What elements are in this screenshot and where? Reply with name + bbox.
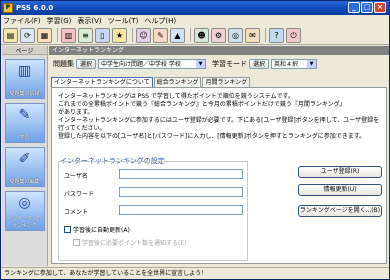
edit-icon: ✐ xyxy=(18,151,31,167)
toolbar: ▤ ⟳ ▦ ▥ ≡ ▯ ★ ☺ ✎ ▲ ☻ ⚙ ◎ ✉ ? ⏻ xyxy=(1,26,389,45)
menu-study[interactable]: 学習(G) xyxy=(47,16,72,26)
study-mode-select-button[interactable]: 選択 xyxy=(249,59,270,69)
document-icon[interactable]: ▯ xyxy=(95,27,110,43)
comment-field[interactable] xyxy=(119,205,243,215)
update-button[interactable]: 情報更新(U) xyxy=(298,184,382,196)
username-label: ユーザ名 xyxy=(64,173,88,180)
open-ranking-page-button[interactable]: ランキングページを開く...(B) xyxy=(298,205,382,217)
sidebar-item-study[interactable]: ✎ 学習 xyxy=(4,103,45,143)
notify-label: 学習後に必要ポイント数を通知する(E) xyxy=(82,240,187,247)
password-label: パスワード xyxy=(64,191,95,198)
auto-update-checkbox[interactable] xyxy=(64,226,71,233)
chevron-down-icon: ▼ xyxy=(196,60,206,68)
problem-set-select-button[interactable]: 選択 xyxy=(76,59,97,69)
study-icon: ✎ xyxy=(18,107,31,123)
username-field[interactable] xyxy=(119,169,243,179)
sidebar-item-edit[interactable]: ✐ 問題集の編集 xyxy=(4,147,45,187)
sidebar-item-problem-info[interactable]: ▥ 問題集の情報 xyxy=(4,59,45,99)
page-sidebar: ページ ▥ 問題集の情報 ✎ 学習 ✐ 問題集の編集 ◎ インターネットランキン… xyxy=(2,46,48,266)
sidebar-item-label: 問題集の編集 xyxy=(9,179,40,185)
password-field[interactable] xyxy=(119,187,243,197)
study-mode-dropdown[interactable]: 英和４択 ▼ xyxy=(271,59,318,69)
app-icon: P xyxy=(3,3,13,13)
maximize-button[interactable]: □ xyxy=(361,2,373,13)
book-icon: ▥ xyxy=(17,63,32,79)
study-mode-value: 英和４択 xyxy=(274,61,299,68)
problem-set-label: 問題集 xyxy=(53,60,74,68)
book-icon[interactable]: ▥ xyxy=(61,27,76,43)
sidebar-item-ranking[interactable]: ◎ インターネットランキング xyxy=(4,191,45,231)
toolbar-separator xyxy=(132,28,133,42)
tab-content: インターネットランキングは PSS で学習して得たポイントで順位を競うシステムで… xyxy=(51,87,387,264)
chart-icon[interactable]: ▲ xyxy=(170,27,185,43)
description-line: 登録した内容を以下の[ユーザ名]と[パスワード]に入力し、[情報更新]ボタンを押… xyxy=(58,133,366,140)
edit-icon[interactable]: ✎ xyxy=(153,27,168,43)
window-title: PSS 6.0.0 xyxy=(16,4,54,12)
problem-set-dropdown[interactable]: 中学生向け問題／中学校 学校 ▼ xyxy=(98,59,207,69)
sync-icon[interactable]: ⟳ xyxy=(20,27,35,43)
mail-icon[interactable]: ✉ xyxy=(245,27,260,43)
problem-set-row: 問題集 選択 中学生向け問題／中学校 学校 ▼ 学習モード 選択 英和４択 ▼ xyxy=(53,59,318,69)
minimize-button[interactable]: _ xyxy=(348,2,360,13)
tab-bar: インターネットランキングについて 総合ランキング 月間ランキング xyxy=(51,77,251,87)
notify-checkbox xyxy=(73,239,80,246)
description-line: インターネットランキングに参加するにはユーザ登録が必要です。下にある[ユーザ登録… xyxy=(58,117,380,132)
app-window: P PSS 6.0.0 _ □ × ファイル(F) 学習(G) 表示(V) ツー… xyxy=(0,0,390,280)
print-icon[interactable]: ▦ xyxy=(37,27,52,43)
users-icon[interactable]: ☺ xyxy=(136,27,151,43)
description: インターネットランキングは PSS で学習して得たポイントで順位を競うシステムで… xyxy=(58,93,384,141)
problem-set-value: 中学生向け問題／中学校 学校 xyxy=(101,61,181,68)
chevron-down-icon: ▼ xyxy=(307,60,317,68)
network-icon[interactable]: ◎ xyxy=(228,27,243,43)
auto-update-label: 学習後に自動更新(A) xyxy=(73,227,130,234)
close-button[interactable]: × xyxy=(374,2,386,13)
notify-checkbox-row: 学習後に必要ポイント数を通知する(E) xyxy=(73,238,186,247)
open-book-icon[interactable]: ▤ xyxy=(3,27,18,43)
sidebar-item-label: インターネットランキング xyxy=(6,216,42,229)
sidebar-item-label: 学習 xyxy=(19,135,30,141)
menu-view[interactable]: 表示(V) xyxy=(77,16,101,26)
tab-about[interactable]: インターネットランキングについて xyxy=(51,77,153,87)
help-icon[interactable]: ? xyxy=(269,27,284,43)
main-panel: インターネットランキング 問題集 選択 中学生向け問題／中学校 学校 ▼ 学習モ… xyxy=(49,46,389,266)
settings-group: ユーザ名 パスワード コメント 学習後に自動更新(A) 学習後に必要ポイント数を… xyxy=(58,161,248,261)
auto-update-checkbox-row[interactable]: 学習後に自動更新(A) xyxy=(64,225,130,234)
sidebar-header: ページ xyxy=(2,46,47,55)
page-title: インターネットランキング xyxy=(49,46,389,55)
menu-bar: ファイル(F) 学習(G) 表示(V) ツール(T) ヘルプ(H) xyxy=(1,15,389,26)
list-icon[interactable]: ≡ xyxy=(78,27,93,43)
tab-monthly-ranking[interactable]: 月間ランキング xyxy=(202,77,251,87)
settings-icon[interactable]: ⚙ xyxy=(211,27,226,43)
description-line: があります。 xyxy=(58,109,94,116)
toolbar-separator xyxy=(57,28,58,42)
description-line: これまでの全累積ポイントで競う『総合ランキング』と今月の累積ポイントだけで競う『… xyxy=(58,101,346,108)
menu-tools[interactable]: ツール(T) xyxy=(108,16,139,26)
comment-label: コメント xyxy=(64,209,89,216)
network-icon: ◎ xyxy=(18,195,31,211)
star-icon[interactable]: ★ xyxy=(112,27,127,43)
title-bar: P PSS 6.0.0 _ □ × xyxy=(1,1,389,15)
exit-icon[interactable]: ⏻ xyxy=(286,27,301,43)
register-button[interactable]: ユーザ登録(R) xyxy=(298,166,382,178)
tab-overall-ranking[interactable]: 総合ランキング xyxy=(153,77,202,87)
sidebar-item-label: 問題集の情報 xyxy=(9,91,40,97)
description-line: インターネットランキングは PSS で学習して得たポイントで順位を競うシステムで… xyxy=(58,93,294,100)
toolbar-separator xyxy=(190,28,191,42)
toolbar-separator xyxy=(265,28,266,42)
menu-help[interactable]: ヘルプ(H) xyxy=(144,16,176,26)
status-bar: ランキングに参加して、あなたが学習していることを全世界に宣言しよう！ xyxy=(1,267,389,279)
study-mode-label: 学習モード xyxy=(212,60,248,68)
user-icon[interactable]: ☻ xyxy=(194,27,209,43)
menu-file[interactable]: ファイル(F) xyxy=(3,16,41,26)
